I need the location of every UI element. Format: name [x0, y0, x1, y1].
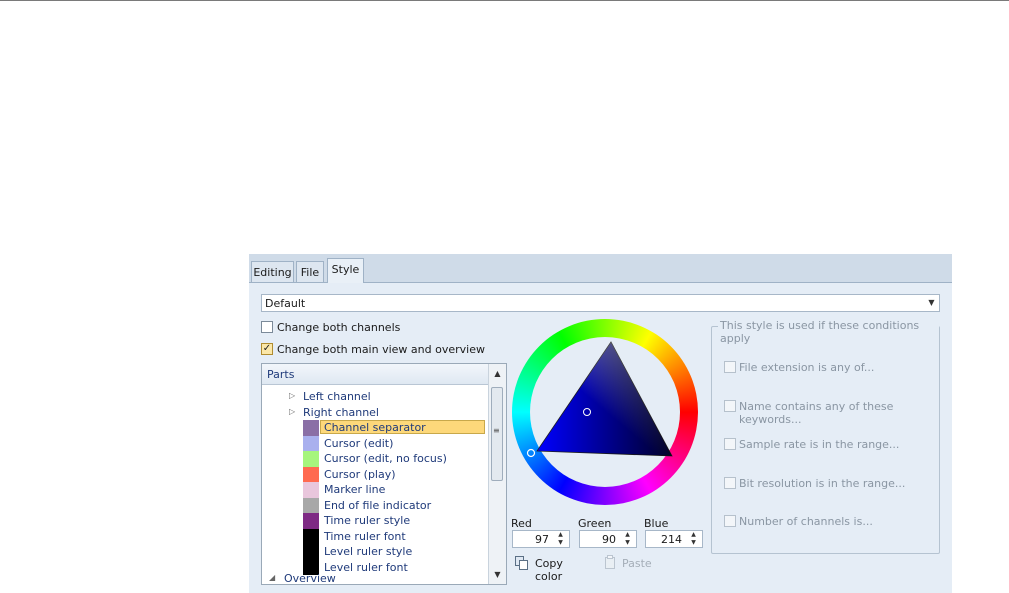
scroll-thumb[interactable]: ≡ — [491, 387, 503, 481]
parts-header: Parts — [262, 364, 488, 385]
style-options-dialog: Editing File Style Default ▼ Change both… — [249, 254, 952, 593]
tree-item-marker-line[interactable]: Marker line — [262, 482, 488, 498]
tree-item-overview[interactable]: ◢ Overview — [262, 571, 488, 585]
decrement-icon[interactable]: ▼ — [620, 539, 635, 547]
green-label: Green — [578, 517, 612, 530]
tab-strip: Editing File Style — [249, 254, 952, 283]
scroll-up-icon[interactable]: ▲ — [490, 366, 505, 381]
red-stepper[interactable]: 97 ▲ ▼ — [512, 530, 570, 548]
collapse-arrow-icon[interactable]: ◢ — [269, 573, 275, 582]
tree-item-label: Channel separator — [324, 421, 426, 434]
conditions-title: This style is used if these conditions a… — [718, 319, 939, 345]
tree-item-label: Cursor (play) — [324, 467, 396, 481]
tree-item-channel-separator[interactable]: Channel separator — [262, 420, 488, 436]
tree-item-label: Time ruler font — [324, 529, 406, 543]
decrement-icon[interactable]: ▼ — [553, 539, 568, 547]
file-extension-label: File extension is any of... — [739, 361, 875, 374]
clipboard-icon — [604, 555, 618, 570]
color-swatch — [303, 420, 319, 436]
color-swatch — [303, 482, 319, 498]
color-swatch — [303, 528, 319, 544]
change-both-views-label: Change both main view and overview — [277, 343, 485, 356]
tree-item-label: Time ruler style — [324, 514, 411, 527]
color-swatch — [303, 451, 319, 467]
tree-item-label: Overview — [284, 572, 336, 585]
color-swatch — [303, 544, 319, 560]
copy-color-label: Copy color — [535, 557, 563, 583]
file-extension-checkbox[interactable] — [724, 361, 736, 373]
blue-label: Blue — [644, 517, 669, 530]
expand-arrow-icon[interactable]: ▷ — [289, 391, 295, 400]
paste-button[interactable]: Paste — [604, 555, 654, 573]
tree-item-cursor-edit[interactable]: Cursor (edit) — [262, 435, 488, 451]
increment-icon[interactable]: ▲ — [553, 531, 568, 539]
bit-resolution-checkbox[interactable] — [724, 477, 736, 489]
style-preset-dropdown[interactable]: Default ▼ — [261, 294, 940, 312]
sample-rate-checkbox[interactable] — [724, 438, 736, 450]
parts-scrollbar[interactable]: ▲ ≡ ▼ — [488, 364, 506, 584]
copy-color-button[interactable]: Copy color — [515, 555, 590, 583]
hue-selector — [526, 448, 536, 458]
top-border-line — [0, 0, 1009, 1]
color-swatch — [303, 513, 319, 529]
tree-item-label: Cursor (edit, no focus) — [324, 452, 447, 465]
color-swatch — [303, 497, 319, 513]
increment-icon[interactable]: ▲ — [686, 531, 701, 539]
change-both-channels-label: Change both channels — [277, 321, 401, 334]
tree-item-cursor-edit-no-focus[interactable]: Cursor (edit, no focus) — [262, 451, 488, 467]
tab-style[interactable]: Style — [327, 258, 364, 283]
tree-item-label: End of file indicator — [324, 498, 432, 512]
parts-header-label: Parts — [267, 368, 295, 381]
red-label: Red — [511, 517, 532, 530]
copy-icon — [515, 556, 529, 570]
change-both-views-checkbox[interactable]: ✓ — [261, 343, 273, 355]
tree-item-right-channel[interactable]: ▷ Right channel — [262, 405, 488, 421]
name-keywords-label: Name contains any of these keywords... — [739, 400, 894, 426]
tab-editing[interactable]: Editing — [251, 261, 294, 282]
color-swatch — [303, 466, 319, 482]
blue-stepper[interactable]: 214 ▲ ▼ — [645, 530, 703, 548]
channel-count-label: Number of channels is... — [739, 515, 873, 528]
red-value[interactable]: 97 — [535, 533, 549, 546]
tree-item-label: Right channel — [303, 405, 379, 419]
color-swatch — [303, 435, 319, 451]
style-panel: Default ▼ Change both channels ✓ Change … — [249, 282, 952, 593]
parts-tree: Parts ▷ Left channel ▷ Right channel Cha… — [261, 363, 507, 585]
increment-icon[interactable]: ▲ — [620, 531, 635, 539]
scroll-down-icon[interactable]: ▼ — [490, 567, 505, 582]
tree-item-level-ruler-style[interactable]: Level ruler style — [262, 544, 488, 560]
bit-resolution-label: Bit resolution is in the range... — [739, 477, 906, 490]
green-value[interactable]: 90 — [602, 533, 616, 546]
tree-item-label: Level ruler style — [324, 545, 413, 558]
saturation-value-triangle[interactable] — [512, 319, 698, 505]
decrement-icon[interactable]: ▼ — [686, 539, 701, 547]
change-both-channels-checkbox[interactable] — [261, 321, 273, 333]
tree-item-end-of-file-indicator[interactable]: End of file indicator — [262, 497, 488, 513]
tree-item-label: Marker line — [324, 483, 386, 496]
conditions-group: This style is used if these conditions a… — [711, 319, 940, 554]
tree-item-time-ruler-style[interactable]: Time ruler style — [262, 513, 488, 529]
tree-item-time-ruler-font[interactable]: Time ruler font — [262, 528, 488, 544]
blue-value[interactable]: 214 — [661, 533, 682, 546]
chevron-down-icon[interactable]: ▼ — [926, 297, 937, 309]
channel-count-checkbox[interactable] — [724, 515, 736, 527]
green-stepper[interactable]: 90 ▲ ▼ — [579, 530, 637, 548]
expand-arrow-icon[interactable]: ▷ — [289, 407, 295, 416]
tree-item-label: Left channel — [303, 390, 371, 403]
name-keywords-checkbox[interactable] — [724, 400, 736, 412]
style-preset-value: Default — [265, 297, 306, 310]
sample-rate-label: Sample rate is in the range... — [739, 438, 900, 451]
paste-label: Paste — [622, 557, 652, 570]
tree-item-left-channel[interactable]: ▷ Left channel — [262, 389, 488, 405]
tree-item-label: Cursor (edit) — [324, 436, 394, 450]
tab-file[interactable]: File — [296, 261, 324, 282]
tree-item-cursor-play[interactable]: Cursor (play) — [262, 466, 488, 482]
